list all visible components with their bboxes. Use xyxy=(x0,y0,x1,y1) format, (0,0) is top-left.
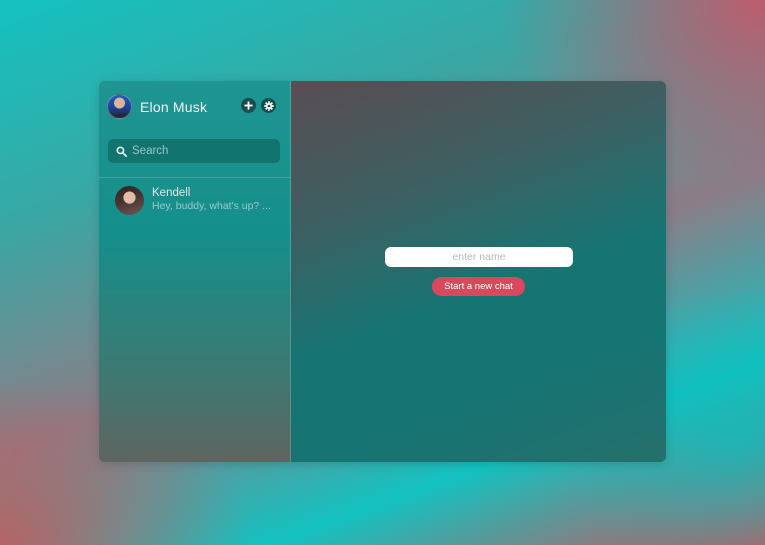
add-chat-button[interactable] xyxy=(241,98,256,113)
settings-button[interactable] xyxy=(261,98,276,113)
conversation-pane: Start a new chat xyxy=(291,81,666,462)
plus-icon xyxy=(244,101,253,110)
profile-header: Elon Musk xyxy=(107,94,207,119)
profile-name: Elon Musk xyxy=(140,98,208,115)
sidebar: Elon Musk Search Kendell Hey, buddy, wha… xyxy=(99,81,291,462)
new-chat-form: Start a new chat xyxy=(385,245,573,296)
chat-item-text: Kendell Hey, buddy, what's up? ... xyxy=(152,187,271,213)
last-message-preview: Hey, buddy, what's up? ... xyxy=(152,200,271,212)
chat-list-item[interactable]: Kendell Hey, buddy, what's up? ... xyxy=(99,180,290,220)
search-box xyxy=(108,139,280,163)
user-avatar[interactable] xyxy=(107,94,132,119)
contact-name: Kendell xyxy=(152,187,191,199)
chat-app-window: Elon Musk Search Kendell Hey, buddy, wha… xyxy=(99,81,666,462)
gear-icon xyxy=(263,100,274,111)
contact-avatar xyxy=(115,185,144,215)
start-new-chat-button[interactable]: Start a new chat xyxy=(432,277,525,296)
search-icon xyxy=(116,145,127,157)
name-input[interactable] xyxy=(385,247,573,267)
sidebar-divider xyxy=(99,177,290,178)
search-input[interactable] xyxy=(132,145,272,157)
